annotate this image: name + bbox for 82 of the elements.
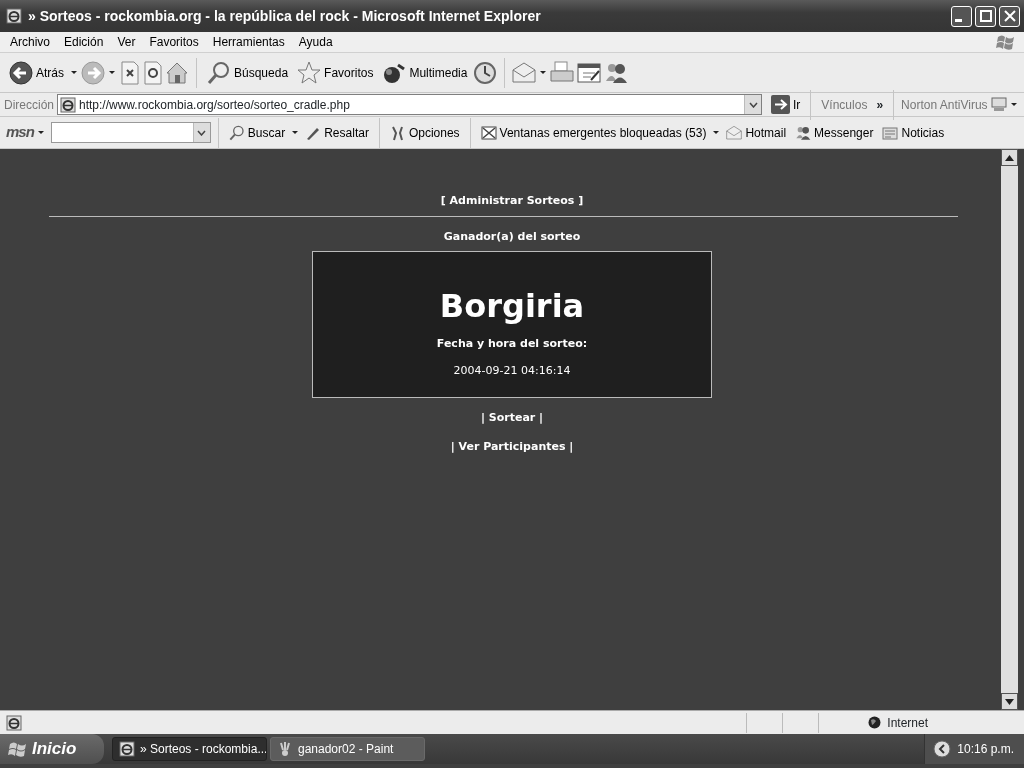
app-icon <box>6 8 22 24</box>
caret-icon[interactable] <box>712 129 721 136</box>
windows-flag-icon <box>996 33 1016 51</box>
tools-icon <box>389 124 406 141</box>
caret-icon[interactable] <box>108 69 116 76</box>
go-button[interactable]: Ir <box>768 95 804 114</box>
scroll-down-button[interactable] <box>1001 693 1018 710</box>
menu-item[interactable]: Archivo <box>3 33 57 51</box>
windows-flag-icon <box>8 740 28 758</box>
caret-icon[interactable] <box>291 129 300 136</box>
taskbar-button[interactable]: » Sorteos - rockombia... <box>112 737 267 761</box>
envelope-icon <box>726 124 743 141</box>
down-arrow-icon <box>1005 698 1014 705</box>
scrollbar-track[interactable] <box>1001 149 1018 710</box>
norton-label[interactable]: Norton AntiVirus <box>901 95 988 114</box>
up-arrow-icon <box>1005 154 1014 161</box>
menu-item[interactable]: Ver <box>110 33 143 51</box>
close-icon <box>1002 9 1017 23</box>
caret-icon[interactable] <box>1009 101 1018 108</box>
security-zone: Internet <box>887 714 928 732</box>
edit-icon[interactable] <box>577 60 602 85</box>
maximize-icon <box>978 9 993 23</box>
blocked-window-icon <box>480 124 497 141</box>
scroll-up-button[interactable] <box>1001 149 1018 166</box>
minimize-icon <box>955 19 962 22</box>
search-icon <box>207 60 231 85</box>
winner-name: Borgiria <box>439 286 585 327</box>
history-icon[interactable] <box>473 60 498 85</box>
admin-link[interactable]: [ Administrar Sorteos ] <box>440 193 584 210</box>
start-button[interactable]: Inicio <box>0 734 104 764</box>
date-label: Fecha y hora del sorteo: <box>436 336 588 352</box>
menu-item[interactable]: Ayuda <box>291 33 340 51</box>
globe-icon <box>868 716 882 729</box>
stop-icon[interactable] <box>119 60 139 85</box>
msn-logo: msn <box>6 122 34 143</box>
toolbar-button[interactable]: Atrás <box>6 60 67 85</box>
dropdown-icon <box>748 101 758 108</box>
brush-icon <box>277 741 293 757</box>
computer-icon <box>990 97 1007 112</box>
close-button[interactable] <box>999 5 1020 27</box>
page-link[interactable]: | Ver Participantes | <box>450 438 574 455</box>
links-label[interactable]: Vínculos <box>821 95 868 114</box>
refresh-icon[interactable] <box>142 60 162 85</box>
toolbar-button[interactable]: Hotmail <box>723 123 790 142</box>
toolbar-button[interactable]: Buscar <box>225 123 289 142</box>
back-icon <box>9 60 33 85</box>
toolbar-button[interactable]: Ventanas emergentes bloqueadas (53) <box>477 123 710 142</box>
page-icon <box>60 96 76 113</box>
caret-icon[interactable] <box>539 69 548 76</box>
toolbar-button[interactable]: Noticias <box>879 123 948 142</box>
star-icon <box>297 60 322 85</box>
address-label: Dirección <box>4 96 54 114</box>
page-link[interactable]: | Sortear | <box>480 410 544 427</box>
draw-date: 2004-09-21 04:16:14 <box>453 362 571 379</box>
toolbar-button[interactable]: Opciones <box>386 123 463 142</box>
clock: 10:16 p.m. <box>957 741 1014 758</box>
minimize-button[interactable] <box>951 5 972 27</box>
toolbar-button[interactable]: Resaltar <box>302 123 372 142</box>
home-icon[interactable] <box>165 60 189 85</box>
people-icon <box>795 124 812 141</box>
taskbar-button[interactable]: ganador02 - Paint <box>270 737 425 761</box>
menu-item[interactable]: Favoritos <box>142 33 206 51</box>
toolbar-button[interactable]: Búsqueda <box>204 60 292 85</box>
page-icon <box>6 714 22 731</box>
newspaper-icon <box>882 124 899 141</box>
menu-item[interactable]: Edición <box>57 33 111 51</box>
chevron-icon[interactable] <box>933 740 952 758</box>
caret-icon[interactable] <box>70 69 78 76</box>
links-chevron[interactable]: » <box>876 95 884 114</box>
search-icon <box>228 124 245 141</box>
toolbar-button[interactable]: Favoritos <box>294 60 377 85</box>
window-title: » Sorteos - rockombia.org - la república del rock - Microsoft Internet Explorer <box>28 6 542 26</box>
winner-heading: Ganador(a) del sorteo <box>443 228 581 245</box>
toolbar-button[interactable]: Multimedia <box>379 60 471 85</box>
address-field[interactable]: http://www.rockombia.org/sorteo/sorteo_cradle.php <box>57 94 762 115</box>
maximize-button[interactable] <box>975 5 996 27</box>
caret-icon[interactable] <box>36 129 45 136</box>
dropdown-icon <box>197 129 207 136</box>
page-icon <box>119 741 135 757</box>
search-field[interactable] <box>50 122 211 143</box>
menu-item[interactable]: Herramientas <box>205 33 292 51</box>
toolbar-button[interactable]: Messenger <box>792 123 877 142</box>
